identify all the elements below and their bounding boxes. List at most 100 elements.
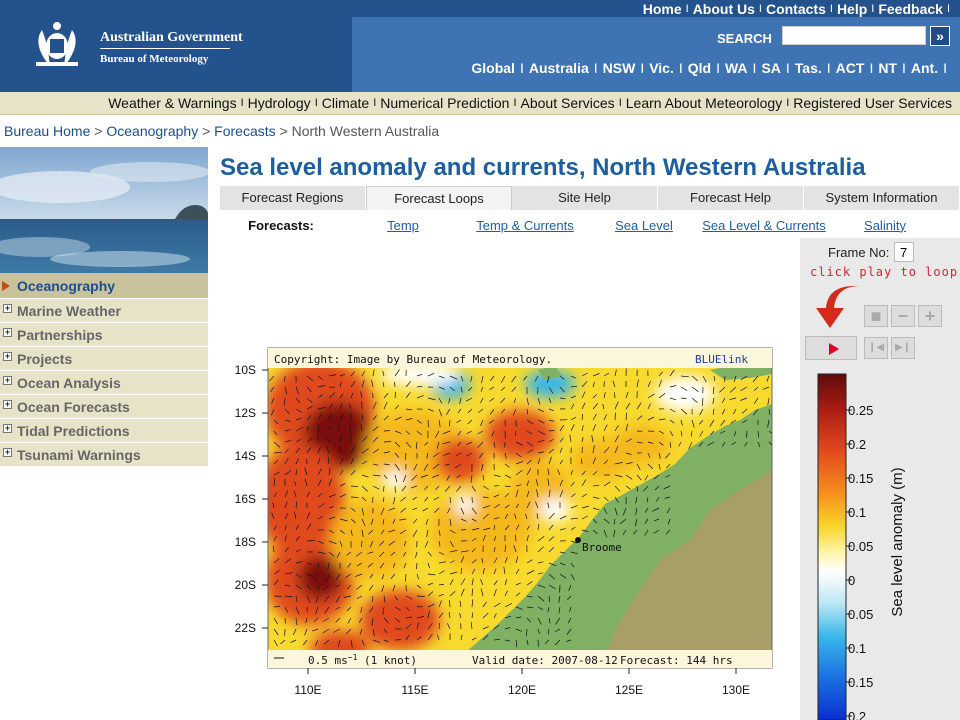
current-arrow	[515, 534, 517, 542]
stop-button[interactable]: ■	[864, 305, 888, 327]
sidebar-item[interactable]: + Tsunami Warnings	[0, 443, 208, 467]
sidebar-item[interactable]: + Ocean Analysis	[0, 371, 208, 395]
separator: I	[786, 97, 790, 109]
y-tick-label: 22S	[235, 621, 256, 635]
forecast-link[interactable]: Salinity	[864, 218, 906, 233]
main-nav-item[interactable]: Hydrology	[248, 95, 311, 111]
anomaly-blob	[330, 500, 410, 580]
current-arrow	[350, 496, 359, 498]
frame-label: Frame No:	[828, 245, 890, 260]
tab-item[interactable]: System Information	[804, 186, 960, 210]
breadcrumb-separator: >	[279, 123, 288, 139]
step-back-button[interactable]: ❙◀	[864, 337, 888, 359]
y-tick-label: 16S	[235, 492, 256, 506]
x-tick-label: 130E	[722, 683, 750, 697]
slower-button[interactable]: −	[891, 305, 915, 327]
search-go-button[interactable]: »	[930, 26, 950, 46]
faster-button[interactable]: +	[918, 305, 942, 327]
region-link[interactable]: ACT	[836, 60, 865, 76]
forecast-link-cell: Temp & Currents	[464, 218, 586, 233]
sidebar-item[interactable]: + Partnerships	[0, 323, 208, 347]
arrow-right-icon	[2, 281, 10, 291]
region-link[interactable]: Qld	[688, 60, 711, 76]
divider	[100, 48, 230, 49]
bom-logo[interactable]: Australian Government Bureau of Meteorol…	[22, 18, 252, 70]
current-arrow	[449, 496, 451, 504]
colorbar-tick-label: 0.15	[848, 471, 873, 486]
expand-plus-icon: +	[3, 423, 12, 433]
top-link-help[interactable]: Help	[837, 1, 867, 17]
colorbar-tick-label: 0.25	[848, 403, 873, 418]
top-link-home[interactable]: Home	[643, 1, 682, 17]
main-nav-item[interactable]: Climate	[322, 95, 369, 111]
search-input[interactable]	[782, 26, 926, 45]
main-nav-item[interactable]: Registered User Services	[793, 95, 952, 111]
region-link[interactable]: Global	[471, 60, 515, 76]
breadcrumb-home[interactable]: Bureau Home	[4, 123, 90, 139]
region-link[interactable]: Australia	[529, 60, 589, 76]
current-arrow	[350, 434, 352, 443]
frame-number-input[interactable]	[894, 242, 914, 262]
tab-bar: Forecast Regions Forecast Loops Site Help F…	[220, 186, 960, 210]
current-arrow	[284, 397, 286, 406]
tab-item[interactable]: Site Help	[512, 186, 658, 210]
forecast-link[interactable]: Sea Level & Currents	[702, 218, 826, 233]
top-links: Home I About Us I Contacts I Help I Feedback…	[643, 0, 954, 17]
play-hint: click play to loop	[810, 265, 959, 279]
separator: I	[685, 2, 689, 15]
colorbar-label: Sea level anomaly (m)	[889, 467, 906, 616]
forecast-link[interactable]: Sea Level	[615, 218, 673, 233]
separator: I	[871, 2, 875, 15]
separator: I	[785, 60, 790, 76]
region-link[interactable]: SA	[761, 60, 780, 76]
breadcrumb-forecasts[interactable]: Forecasts	[214, 123, 275, 139]
breadcrumb: Bureau Home > Oceanography > Forecasts >…	[4, 123, 439, 139]
main-nav-item[interactable]: Numerical Prediction	[380, 95, 509, 111]
page-title: Sea level anomaly and currents, North We…	[220, 154, 866, 181]
forecast-link-cell: Sea Level	[586, 218, 702, 233]
region-link[interactable]: Tas.	[795, 60, 822, 76]
region-link[interactable]: NSW	[603, 60, 636, 76]
sidebar-items: + Marine Weather + Partnerships + Projects + Oc…	[0, 299, 208, 467]
sidebar-item-oceanography[interactable]: Oceanography	[0, 273, 208, 299]
separator: I	[593, 60, 598, 76]
region-link[interactable]: Vic.	[649, 60, 674, 76]
sidebar-item-label: Ocean Forecasts	[17, 399, 130, 415]
region-link[interactable]: WA	[725, 60, 748, 76]
broome-label: Broome	[582, 541, 622, 554]
sidebar-item[interactable]: + Marine Weather	[0, 299, 208, 323]
y-tick-label: 18S	[235, 535, 256, 549]
separator: I	[640, 60, 645, 76]
top-link-contacts[interactable]: Contacts	[766, 1, 826, 17]
region-nav: Global I Australia I NSW I Vic. I Qld I WA I SA I Tas.…	[471, 60, 952, 76]
current-arrow	[306, 540, 315, 542]
forecast-link[interactable]: Temp & Currents	[476, 218, 574, 233]
separator: I	[678, 60, 683, 76]
separator: I	[752, 60, 757, 76]
top-link-about[interactable]: About Us	[693, 1, 755, 17]
tab-item[interactable]: Forecast Help	[658, 186, 804, 210]
region-link[interactable]: NT	[878, 60, 897, 76]
play-button[interactable]	[805, 336, 857, 360]
y-axis: 10S 12S 14S 16S 18S 20S 22S	[235, 363, 268, 635]
expand-plus-icon: +	[3, 447, 12, 457]
step-forward-button[interactable]: ▶❙	[891, 337, 915, 359]
x-tick-label: 115E	[401, 683, 428, 697]
current-arrow	[416, 562, 418, 570]
tab-item[interactable]: Forecast Regions	[220, 186, 366, 210]
sidebar-item[interactable]: + Projects	[0, 347, 208, 371]
main-nav-item[interactable]: Learn About Meteorology	[626, 95, 782, 111]
separator: I	[314, 97, 318, 109]
bluelink-brand: BLUElink	[695, 353, 748, 366]
region-link[interactable]: Ant.	[911, 60, 938, 76]
tab-item[interactable]: Forecast Loops	[366, 186, 512, 210]
forecast-link[interactable]: Temp	[387, 218, 419, 233]
top-link-feedback[interactable]: Feedback	[878, 1, 943, 17]
sidebar-item[interactable]: + Ocean Forecasts	[0, 395, 208, 419]
sidebar-item[interactable]: + Tidal Predictions	[0, 419, 208, 443]
breadcrumb-oceanography[interactable]: Oceanography	[106, 123, 198, 139]
y-tick-label: 20S	[235, 578, 256, 592]
main-nav-item[interactable]: About Services	[521, 95, 615, 111]
map-area	[268, 354, 772, 666]
main-nav-item[interactable]: Weather & Warnings	[108, 95, 236, 111]
